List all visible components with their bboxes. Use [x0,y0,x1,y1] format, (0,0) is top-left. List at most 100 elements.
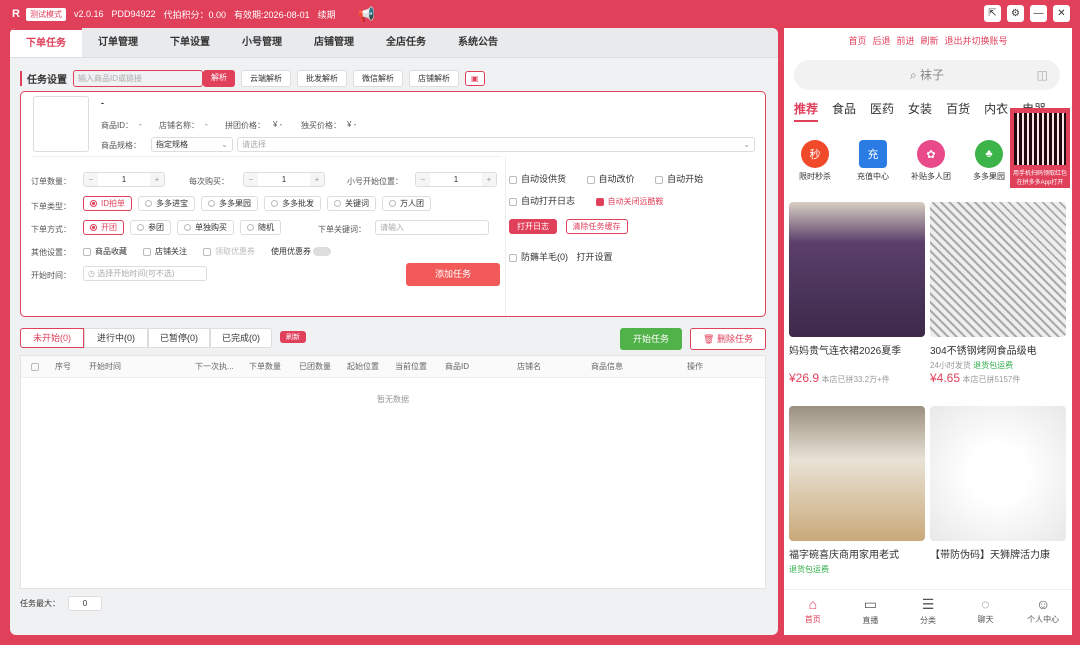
method-single[interactable]: 单独购买 [177,220,234,235]
auto-log-checkbox[interactable]: 自动打开日志 [509,196,575,206]
toggle-switch[interactable] [313,247,332,257]
type-group[interactable]: 万人团 [382,196,431,211]
shop-parse-button[interactable]: 店铺解析 [409,70,459,87]
category-food[interactable]: 食品 [832,100,856,122]
auto-address-checkbox[interactable]: 自动设供货 [509,174,566,184]
start-task-button[interactable]: 开始任务 [620,328,682,350]
nav-back-link[interactable]: 后退 [872,34,890,47]
category-underwear[interactable]: 内衣 [984,100,1008,122]
save-icon[interactable]: ▣ [465,71,485,86]
minus-icon[interactable]: − [84,173,98,186]
group-subsidy-item[interactable]: ✿ 补贴多人团 [908,140,954,182]
speaker-icon[interactable]: 📢 [358,6,375,23]
category-goods[interactable]: 百货 [946,100,970,122]
tab-all-shop-task[interactable]: 全店任务 [370,28,442,57]
nav-refresh-link[interactable]: 刷新 [921,34,939,47]
cloud-parse-button[interactable]: 云端解析 [241,70,291,87]
type-keyword[interactable]: 关键词 [327,196,376,211]
tab-announcement[interactable]: 系统公告 [442,28,514,57]
spec-select[interactable]: 指定规格 ⌄ [151,137,233,152]
recharge-item[interactable]: 充充值中心 [850,140,896,182]
favorite-checkbox[interactable]: 商品收藏 [83,246,127,257]
plus-icon[interactable]: + [310,173,324,186]
close-icon[interactable]: ✕ [1053,5,1070,22]
parse-button[interactable]: 解析 [203,70,235,87]
clear-cache-button[interactable]: 清除任务缓存 [565,219,628,234]
minus-icon[interactable]: − [244,173,258,186]
popout-icon[interactable]: ⇱ [984,5,1001,22]
product-card[interactable]: 妈妈贵气连衣裙2026夏季 ¥26.9 本店已拼33.2万+件 [789,202,925,385]
orchard-item[interactable]: ♣ 多多果园 [966,140,1012,182]
tab-order-settings[interactable]: 下单设置 [154,28,226,57]
order-qty-value[interactable]: 1 [98,173,150,186]
type-orchard-label: 多多果园 [219,199,251,208]
status-tab-done[interactable]: 已完成(0) [210,328,272,348]
auto-close-checkbox[interactable]: 自动关闭远酷鞍 [595,197,664,206]
nav-home-link[interactable]: 首页 [848,34,866,47]
nav-forward-link[interactable]: 前进 [896,34,914,47]
task-table: 序号 开始时间 下一次执... 下单数量 已团数量 起始位置 当前位置 商品ID… [20,355,766,589]
order-qty-stepper[interactable]: −1 + [83,172,165,187]
batch-parse-button[interactable]: 批发解析 [297,70,347,87]
start-pos-stepper[interactable]: −1 + [415,172,497,187]
tab-order-task[interactable]: 下单任务 [10,28,82,57]
type-id[interactable]: ID拍单 [83,196,132,211]
start-time-input[interactable]: ◷ 选择开始时间(可不选) [83,266,207,281]
method-open[interactable]: 开团 [83,220,124,235]
minus-icon[interactable]: − [416,173,430,186]
get-coupon-checkbox[interactable]: 领取优惠券 [203,246,255,257]
method-join[interactable]: 参团 [130,220,171,235]
max-task-input[interactable]: 0 [68,596,102,611]
start-pos-value[interactable]: 1 [430,173,482,186]
bottom-nav-live[interactable]: ▭ 直播 [842,590,900,635]
status-tab-pending[interactable]: 未开始(0) [20,328,84,348]
qr-popup[interactable]: 用手机扫码领取红包 在拼多多App打开 [1010,108,1070,188]
plus-icon[interactable]: + [150,173,164,186]
anti-checkbox[interactable]: 防薅羊毛(0) [509,252,568,262]
add-task-button[interactable]: 添加任务 [406,263,500,286]
auto-price-checkbox[interactable]: 自动改价 [586,174,635,184]
delete-task-button[interactable]: 🗑 删除任务 [690,328,766,350]
category-medicine[interactable]: 医药 [870,100,894,122]
category-women[interactable]: 女装 [908,100,932,122]
product-card[interactable]: 福字碗喜庆商用家用老式 退货包运费 [789,406,925,575]
bottom-nav-profile[interactable]: ☺ 个人中心 [1014,590,1072,635]
spec-value-select[interactable]: 请选择 ⌄ [237,137,755,152]
plus-icon[interactable]: + [482,173,496,186]
per-buy-stepper[interactable]: −1 + [243,172,325,187]
bottom-nav-home[interactable]: ⌂ 首页 [784,590,842,635]
open-log-button[interactable]: 打开日志 [509,219,557,234]
type-wholesale[interactable]: 多多批发 [264,196,321,211]
tab-order-manage[interactable]: 订单管理 [82,28,154,57]
recharge-label: 充值中心 [857,172,889,181]
method-random[interactable]: 随机 [240,220,281,235]
nav-logout-link[interactable]: 退出并切换账号 [945,34,1008,47]
wechat-parse-button[interactable]: 微信解析 [353,70,403,87]
product-card[interactable]: 【带防伪码】天狮牌活力康 [930,406,1066,561]
open-settings-link[interactable]: 打开设置 [577,252,613,262]
flash-sale-item[interactable]: 秒限时秒杀 [792,140,838,182]
minimize-icon[interactable]: — [1030,5,1047,22]
bottom-nav-category[interactable]: ☰ 分类 [899,590,957,635]
search-bar[interactable]: ⌕ 袜子 ◫ [794,60,1060,90]
status-tab-paused[interactable]: 已暂停(0) [148,328,210,348]
use-coupon-toggle[interactable]: 使用优惠券 [271,246,332,257]
status-tab-running[interactable]: 进行中(0) [84,328,148,348]
renew-link[interactable]: 续期 [318,8,336,21]
auto-start-checkbox[interactable]: 自动开始 [655,174,703,184]
select-all-checkbox[interactable] [31,356,43,378]
gear-icon[interactable]: ⚙ [1007,5,1024,22]
refresh-button[interactable]: 刷新 [280,331,306,343]
category-recommend[interactable]: 推荐 [794,100,819,122]
product-id-input[interactable]: 输入商品ID或链接 [73,70,203,87]
tab-account-manage[interactable]: 小号管理 [226,28,298,57]
type-jinbao[interactable]: 多多进宝 [138,196,195,211]
type-orchard[interactable]: 多多果园 [201,196,258,211]
keyword-input[interactable]: 请输入 [375,220,489,235]
tab-shop-manage[interactable]: 店铺管理 [298,28,370,57]
camera-icon[interactable]: ◫ [1037,60,1048,90]
product-card[interactable]: 304不锈钢烤网食品级电 24小时发货 退货包运费 ¥4.65 本店已拼5157… [930,202,1066,385]
follow-shop-checkbox[interactable]: 店铺关注 [143,246,187,257]
per-buy-value[interactable]: 1 [258,173,310,186]
bottom-nav-chat[interactable]: ◌ 聊天 [957,590,1015,635]
